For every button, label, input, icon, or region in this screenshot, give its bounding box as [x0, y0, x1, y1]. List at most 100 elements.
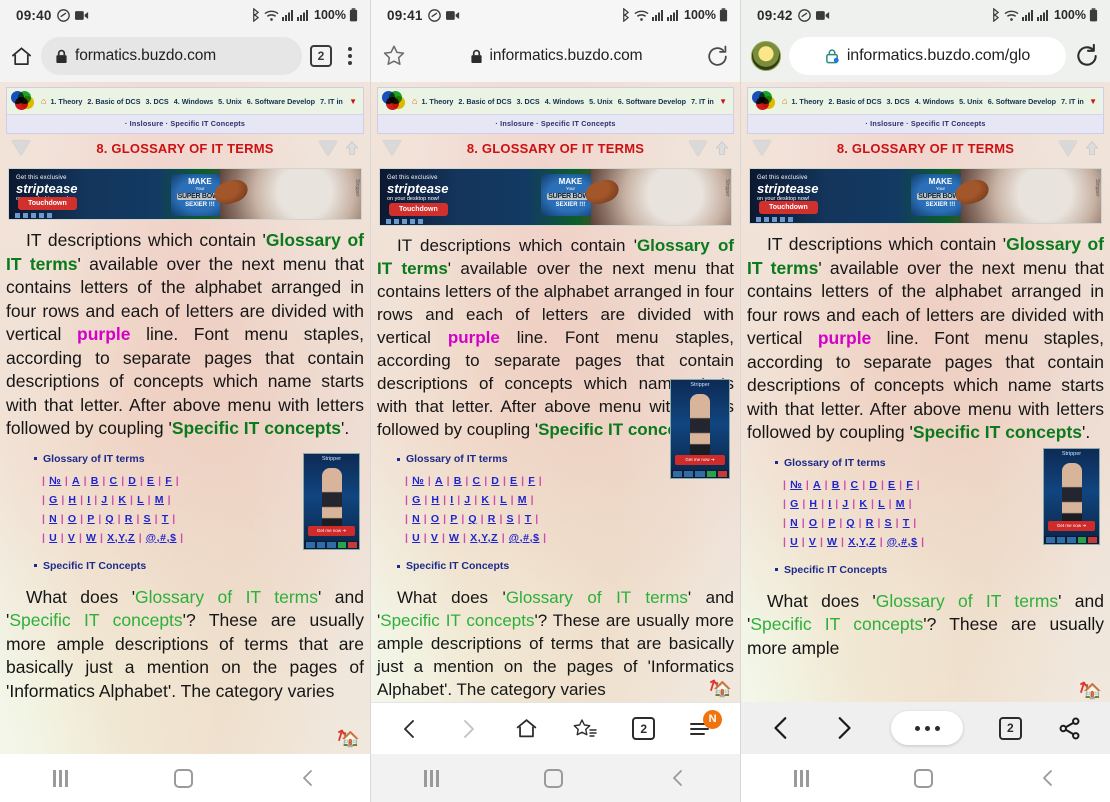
chevron-down-icon[interactable]: ▼ [1089, 97, 1097, 106]
letter-link[interactable]: H [68, 494, 76, 506]
letter-link[interactable]: C [472, 475, 480, 487]
address-bar[interactable]: informatics.buzdo.com [415, 37, 697, 75]
scroll-top-icon[interactable] [714, 140, 730, 156]
letter-link[interactable]: W [827, 536, 838, 548]
letter-link[interactable]: G [412, 494, 421, 506]
letter-link[interactable]: H [431, 494, 439, 506]
ad-sidebar-2[interactable]: Stripper Get me now ➜ [670, 379, 730, 479]
home-icon[interactable] [10, 45, 33, 68]
android-home-button[interactable] [914, 768, 934, 788]
android-home-button[interactable] [544, 768, 564, 788]
browser-tabs-button[interactable]: 2 [632, 715, 659, 740]
letter-link[interactable]: V [68, 532, 76, 544]
browser-bookmarks-button[interactable] [572, 717, 598, 741]
scroll-down-icon[interactable] [12, 140, 30, 156]
letter-link[interactable]: J [464, 494, 470, 506]
ad-cta-button[interactable]: Touchdown [389, 203, 448, 216]
nav-item[interactable]: 3. DCS [887, 97, 910, 106]
nav-item[interactable]: 5. Unix [589, 97, 613, 106]
tab-count-badge[interactable]: 2 [998, 716, 1022, 740]
nav-item[interactable]: 7. IT in Practice [1061, 97, 1085, 106]
letter-link[interactable]: M [155, 494, 164, 506]
letter-link[interactable]: A [435, 475, 443, 487]
nav-item[interactable]: 1. Theory [50, 97, 82, 106]
site-home-icon[interactable]: ⌂ [41, 96, 46, 106]
letter-link[interactable]: G [49, 494, 58, 506]
site-nav-links[interactable]: 1. Theory 2. Basic of DCS 3. DCS 4. Wind… [791, 97, 1085, 106]
ad-side-button[interactable]: Get me now ➜ [1048, 521, 1095, 531]
letter-link[interactable]: X,Y,Z [107, 532, 135, 544]
site-nav-links[interactable]: 1. Theory 2. Basic of DCS 3. DCS 4. Wind… [50, 97, 345, 106]
overflow-menu-icon[interactable] [340, 47, 360, 65]
address-bar[interactable]: formatics.buzdo.com [41, 37, 302, 75]
nav-item[interactable]: 6. Software Develop [247, 97, 315, 106]
letter-link[interactable]: @,#,$ [887, 536, 918, 548]
android-back-button[interactable] [1039, 769, 1057, 787]
browser-back-button[interactable] [769, 715, 795, 741]
nav-item[interactable]: 5. Unix [959, 97, 983, 106]
scroll-down-icon[interactable] [383, 140, 401, 156]
site-subnav[interactable]: · Inslosure · Specific IT Concepts [378, 115, 733, 133]
letter-link[interactable]: N [49, 513, 57, 525]
ad-banner-top-2[interactable]: Get this exclusive striptease on your de… [379, 168, 732, 226]
chevron-down-icon[interactable]: ▼ [719, 97, 727, 106]
ad-sidebar-3[interactable]: Stripper Get me now ➜ [1043, 448, 1100, 545]
recents-button[interactable] [423, 769, 439, 787]
floating-home-overlay-3[interactable]: ↗ 🏠 [1073, 676, 1102, 700]
site-subnav[interactable]: · Inslosure · Specific IT Concepts [748, 115, 1103, 133]
scroll-top-icon[interactable] [1084, 140, 1100, 156]
chevron-down-icon[interactable]: ▼ [349, 97, 357, 106]
nav-item[interactable]: 2. Basic of DCS [828, 97, 881, 106]
letter-link[interactable]: J [101, 494, 107, 506]
letter-link[interactable]: M [518, 494, 527, 506]
nav-item[interactable]: 1. Theory [791, 97, 823, 106]
android-back-button[interactable] [669, 769, 687, 787]
letter-link[interactable]: M [896, 498, 905, 510]
letter-link[interactable]: @,#,$ [509, 532, 540, 544]
ad-banner-top-3[interactable]: Get this exclusive striptease on your de… [749, 168, 1102, 224]
letter-link[interactable]: O [431, 513, 440, 525]
tab-count-badge[interactable]: 2 [632, 715, 659, 740]
house-icon[interactable]: 🏠 [713, 680, 732, 698]
letter-link[interactable]: P [828, 517, 836, 529]
letter-link[interactable]: T [903, 517, 910, 529]
letter-link[interactable]: L [500, 494, 507, 506]
nav-item[interactable]: 4. Windows [915, 97, 954, 106]
nav-item[interactable]: 3. DCS [517, 97, 540, 106]
letter-link[interactable]: U [49, 532, 57, 544]
letter-link[interactable]: B [454, 475, 462, 487]
scroll-top-icon[interactable] [344, 140, 360, 156]
nav-item[interactable]: 6. Software Develop [988, 97, 1056, 106]
browser-menu-button[interactable]: N [689, 709, 723, 739]
bookmark-star-icon[interactable] [381, 43, 407, 69]
letter-link[interactable]: I [828, 498, 832, 510]
letter-link[interactable]: U [790, 536, 798, 548]
site-nav-links[interactable]: 1. Theory 2. Basic of DCS 3. DCS 4. Wind… [421, 97, 715, 106]
scroll-down-icon[interactable] [319, 140, 337, 156]
ad-cta-button[interactable]: Touchdown [18, 197, 77, 210]
nav-item[interactable]: 6. Software Develop [618, 97, 686, 106]
letter-link[interactable]: № [790, 479, 802, 491]
letter-link[interactable]: R [866, 517, 874, 529]
letter-link[interactable]: N [790, 517, 798, 529]
letter-link[interactable]: Q [468, 513, 477, 525]
letter-link[interactable]: F [528, 475, 535, 487]
letter-link[interactable]: L [137, 494, 144, 506]
letter-link[interactable]: B [91, 475, 99, 487]
android-back-button[interactable] [299, 769, 317, 787]
letter-link[interactable]: X,Y,Z [848, 536, 876, 548]
nav-item[interactable]: 2. Basic of DCS [87, 97, 140, 106]
letter-link[interactable]: Q [846, 517, 855, 529]
browser-tabs-button[interactable]: 2 [998, 716, 1022, 740]
letter-link[interactable]: W [86, 532, 97, 544]
nav-item[interactable]: 4. Windows [545, 97, 584, 106]
letter-link[interactable]: P [87, 513, 95, 525]
letter-link[interactable]: N [412, 513, 420, 525]
tab-counter-button[interactable]: 2 [310, 45, 332, 67]
letter-link[interactable]: E [510, 475, 518, 487]
nav-item[interactable]: 3. DCS [146, 97, 169, 106]
recents-button[interactable] [53, 769, 68, 787]
nav-item[interactable]: 4. Windows [174, 97, 213, 106]
bullet-concepts-3[interactable]: Specific IT Concepts [775, 564, 1110, 576]
letter-link[interactable]: D [128, 475, 136, 487]
